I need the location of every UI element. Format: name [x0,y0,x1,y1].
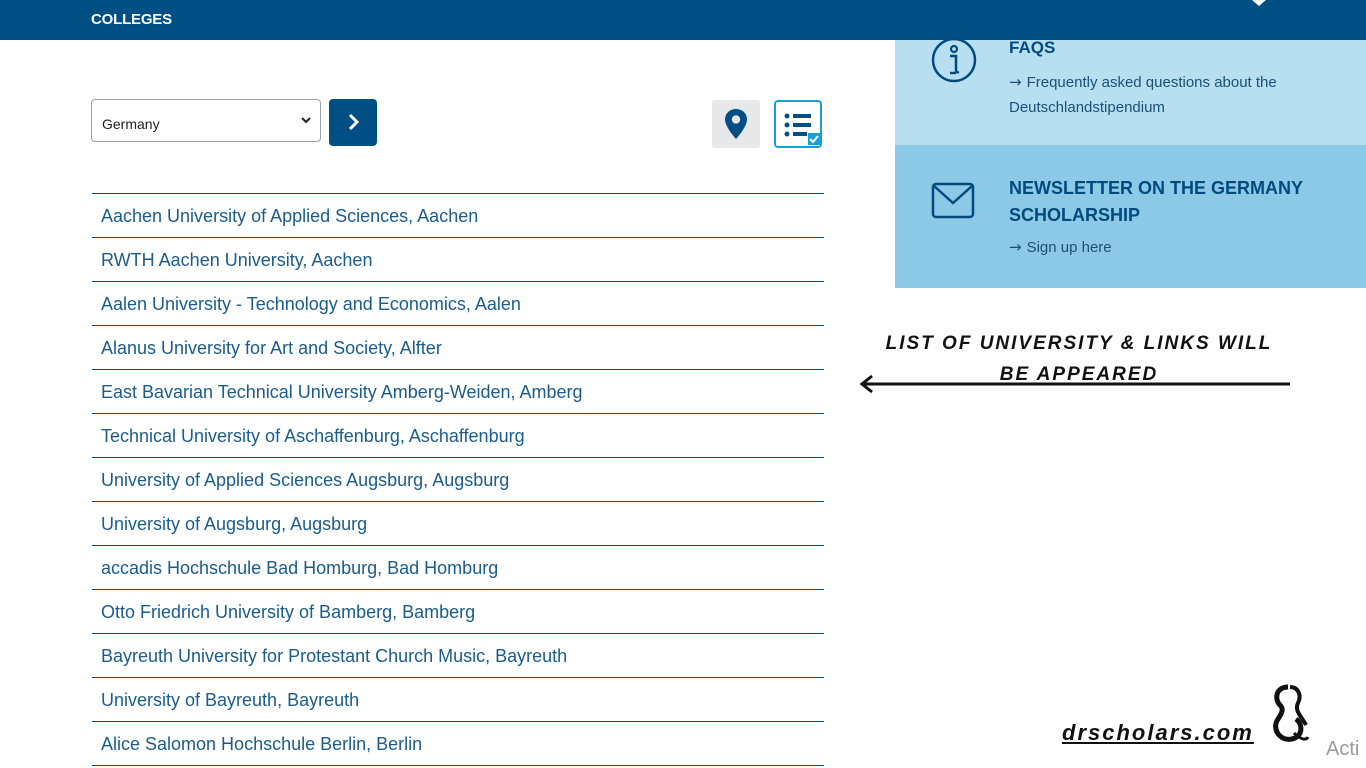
chevron-down-icon [301,117,311,124]
list-item[interactable]: Bayreuth University for Protestant Churc… [92,634,824,678]
arrow-right-icon: → [1009,73,1022,91]
list-view-icon [784,113,820,145]
university-link[interactable]: Alice Salomon Hochschule Berlin, Berlin [101,734,422,755]
list-view-button[interactable] [774,100,822,148]
university-link[interactable]: RWTH Aachen University, Aachen [101,250,372,271]
list-item[interactable]: RWTH Aachen University, Aachen [92,238,824,282]
list-item[interactable]: accadis Hochschule Bad Homburg, Bad Homb… [92,546,824,590]
university-link[interactable]: Bayreuth University for Protestant Churc… [101,646,567,667]
faq-title[interactable]: FAQS [1009,38,1055,58]
map-pin-icon [725,109,747,139]
nav-title-colleges[interactable]: COLLEGES [91,11,172,28]
country-select-value: Germany [102,116,160,132]
list-item[interactable]: Technical University of Aschaffenburg, A… [92,414,824,458]
newsletter-title[interactable]: NEWSLETTER ON THE GERMANY SCHOLARSHIP [1009,175,1339,229]
chevron-right-icon [348,113,360,131]
university-link[interactable]: East Bavarian Technical University Amber… [101,382,583,403]
map-view-button[interactable] [712,100,760,148]
watermark-site: drscholars.com [1062,720,1254,745]
university-link[interactable]: University of Bayreuth, Bayreuth [101,690,359,711]
university-link[interactable]: Aachen University of Applied Sciences, A… [101,206,478,227]
faq-link[interactable]: → Frequently asked questions about the De… [1009,70,1309,120]
mail-icon [931,182,975,219]
list-item[interactable]: University of Bayreuth, Bayreuth [92,678,824,722]
arrow-right-icon: → [1009,238,1022,256]
university-link[interactable]: University of Augsburg, Augsburg [101,514,367,535]
country-select[interactable]: Germany [91,99,321,142]
top-nav-bar: COLLEGES [0,0,1366,40]
university-list: Aachen University of Applied Sciences, A… [92,193,824,766]
list-item[interactable]: University of Applied Sciences Augsburg,… [92,458,824,502]
faq-panel[interactable]: FAQS → Frequently asked questions about t… [895,37,1366,145]
university-link[interactable]: accadis Hochschule Bad Homburg, Bad Homb… [101,558,498,579]
list-item[interactable]: Alice Salomon Hochschule Berlin, Berlin [92,722,824,766]
newsletter-link-text: Sign up here [1026,239,1112,256]
university-link[interactable]: Aalen University - Technology and Econom… [101,294,521,315]
brand-logo-icon [1273,684,1310,742]
newsletter-panel[interactable]: NEWSLETTER ON THE GERMANY SCHOLARSHIP → S… [895,145,1366,288]
list-item[interactable]: Alanus University for Art and Society, A… [92,326,824,370]
submit-button[interactable] [329,99,377,146]
university-link[interactable]: Otto Friedrich University of Bamberg, Ba… [101,602,475,623]
list-item[interactable]: University of Augsburg, Augsburg [92,502,824,546]
list-item[interactable]: Otto Friedrich University of Bamberg, Ba… [92,590,824,634]
university-link[interactable]: Alanus University for Art and Society, A… [101,338,442,359]
newsletter-signup-link[interactable]: → Sign up here [1009,238,1112,256]
list-item[interactable]: East Bavarian Technical University Amber… [92,370,824,414]
list-item[interactable]: Aalen University - Technology and Econom… [92,282,824,326]
university-link[interactable]: University of Applied Sciences Augsburg,… [101,470,509,491]
info-icon [931,37,977,83]
list-item[interactable]: Aachen University of Applied Sciences, A… [92,194,824,238]
university-link[interactable]: Technical University of Aschaffenburg, A… [101,426,525,447]
faq-link-text: Frequently asked questions about the Deu… [1009,74,1277,116]
activate-watermark: Acti [1326,738,1360,760]
arrow-left-icon [859,374,1290,394]
dropdown-notch [1252,0,1266,6]
